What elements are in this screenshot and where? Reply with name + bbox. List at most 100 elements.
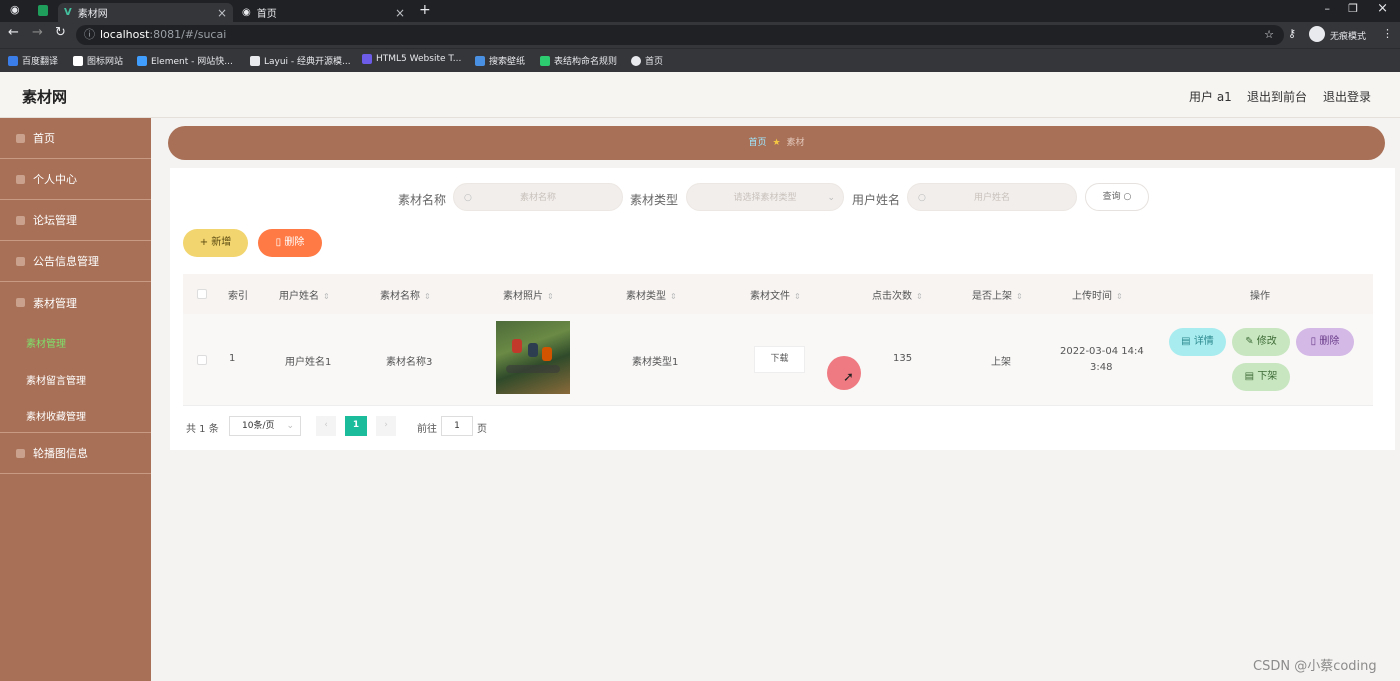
reload-icon[interactable]: ↻	[55, 25, 66, 40]
bookmark-item[interactable]: Element - 网站快...	[137, 54, 233, 67]
goto-label: 前往	[417, 424, 437, 435]
url-input[interactable]: ⓘ localhost:8081/#/sucai ☆	[76, 25, 1284, 45]
col-type[interactable]: 素材类型 ⇕	[626, 287, 677, 302]
delete-button[interactable]: ▯ 删除	[258, 229, 322, 257]
detail-button[interactable]: ▤ 详情	[1169, 328, 1226, 356]
sort-icon[interactable]: ⇕	[1016, 292, 1023, 301]
cell-time-line2: 3:48	[1090, 362, 1113, 373]
close-tab-icon[interactable]: ×	[217, 6, 227, 20]
home-icon	[16, 133, 25, 143]
star-icon[interactable]: ☆	[1264, 25, 1274, 45]
bookmark-item[interactable]: 首页	[631, 54, 663, 67]
app-header: 素材网 用户 a1 退出到前台 退出登录	[0, 72, 1400, 118]
sidebar-subitem-comments[interactable]: 素材留言管理	[26, 372, 86, 387]
cell-index: 1	[229, 353, 236, 364]
sidebar-item-material[interactable]: 素材管理	[0, 282, 151, 323]
col-clicks[interactable]: 点击次数 ⇕	[872, 287, 923, 302]
sidebar-item-home[interactable]: 首页	[0, 118, 151, 159]
material-photo[interactable]	[496, 321, 570, 394]
sort-icon[interactable]: ⇕	[916, 292, 923, 301]
restore-button[interactable]: ❐	[1348, 2, 1358, 15]
forum-icon	[16, 215, 25, 225]
bookmark-item[interactable]: Layui - 经典开源模...	[250, 54, 351, 67]
sidebar-item-forum[interactable]: 论坛管理	[0, 200, 151, 241]
material-icon	[16, 298, 25, 307]
col-index: 索引	[228, 291, 248, 302]
page-number-active[interactable]: 1	[345, 416, 367, 436]
bookmark-item[interactable]: 搜索壁纸	[475, 54, 525, 67]
offshelf-button[interactable]: ▤ 下架	[1232, 363, 1290, 391]
breadcrumb: 首页 ★ 素材	[168, 126, 1385, 160]
cyclist-shape	[542, 347, 552, 361]
pinned-tab-icon[interactable]	[38, 5, 48, 16]
cell-clicks: 135	[893, 353, 913, 364]
profile-label[interactable]: 无痕模式	[1330, 29, 1366, 42]
breadcrumb-home[interactable]: 首页	[748, 138, 766, 148]
col-photo[interactable]: 素材照片 ⇕	[503, 287, 554, 302]
doc-icon: ▤	[1181, 336, 1194, 347]
logout-link[interactable]: 退出登录	[1323, 88, 1371, 105]
close-tab-icon[interactable]: ×	[395, 6, 405, 20]
close-window-button[interactable]: ×	[1377, 1, 1388, 16]
exit-to-front-link[interactable]: 退出到前台	[1247, 88, 1307, 105]
next-page-button[interactable]: ›	[376, 416, 396, 436]
sidebar-item-profile[interactable]: 个人中心	[0, 159, 151, 200]
address-bar-row: ← → ↻ ⓘ localhost:8081/#/sucai ☆ ⚷ 无痕模式 …	[0, 22, 1400, 48]
bookmark-icon	[8, 55, 18, 66]
tab-sucai[interactable]: V 素材网 ×	[58, 3, 233, 22]
sidebar-subitem-favorites[interactable]: 素材收藏管理	[26, 408, 86, 423]
search-icon: ○	[1123, 192, 1132, 202]
sidebar-item-notice[interactable]: 公告信息管理	[0, 241, 151, 282]
new-tab-button[interactable]: +	[419, 2, 431, 18]
col-user[interactable]: 用户姓名 ⇕	[279, 287, 330, 302]
col-name[interactable]: 素材名称 ⇕	[380, 287, 431, 302]
col-onshelf[interactable]: 是否上架 ⇕	[972, 287, 1023, 302]
image-icon	[16, 448, 25, 458]
download-button[interactable]: 下载	[754, 346, 805, 373]
sidebar-item-carousel[interactable]: 轮播图信息	[0, 433, 151, 474]
search-icon: ○	[464, 193, 472, 203]
select-all-checkbox[interactable]	[197, 289, 207, 299]
key-icon[interactable]: ⚷	[1288, 27, 1296, 40]
more-menu-icon[interactable]: ⋮	[1382, 27, 1393, 40]
cell-status: 上架	[991, 357, 1011, 368]
cell-name: 素材名称3	[386, 357, 433, 368]
bookmark-item[interactable]: 表结构命名规则	[540, 54, 617, 67]
edit-button[interactable]: ✎ 修改	[1232, 328, 1290, 356]
user-name-input[interactable]: ○ 用户姓名	[907, 183, 1077, 211]
col-ops: 操作	[1250, 291, 1270, 302]
bookmark-item[interactable]: 百度翻译	[8, 54, 58, 67]
row-delete-button[interactable]: ▯ 删除	[1296, 328, 1354, 356]
material-type-select[interactable]: 请选择素材类型 ⌄	[686, 183, 844, 211]
bookmark-icon	[362, 54, 372, 64]
material-name-input[interactable]: ○ 素材名称	[453, 183, 623, 211]
cursor-icon: ➚	[843, 370, 854, 385]
sort-icon[interactable]: ⇕	[670, 292, 677, 301]
row-checkbox[interactable]	[197, 355, 207, 365]
col-file[interactable]: 素材文件 ⇕	[750, 287, 801, 302]
minimize-button[interactable]: –	[1325, 2, 1331, 15]
bookmark-icon	[475, 55, 485, 66]
goto-page-input[interactable]: 1	[441, 416, 473, 436]
query-button[interactable]: 查询 ○	[1085, 183, 1149, 211]
chevron-down-icon: ⌄	[827, 193, 835, 203]
sort-icon[interactable]: ⇕	[323, 292, 330, 301]
info-icon: ⓘ	[84, 28, 95, 41]
doc-icon: ▤	[1244, 371, 1258, 382]
bookmark-item[interactable]: HTML5 Website T...	[362, 54, 461, 64]
col-time[interactable]: 上传时间 ⇕	[1072, 287, 1123, 302]
tab-home[interactable]: ◉ 首页 ×	[236, 3, 411, 22]
sort-icon[interactable]: ⇕	[1116, 292, 1123, 301]
page-size-select[interactable]: 10条/页 ⌄	[229, 416, 301, 436]
back-icon[interactable]: ←	[8, 25, 19, 40]
sidebar-subitem-material[interactable]: 素材管理	[26, 335, 66, 350]
sort-icon[interactable]: ⇕	[547, 292, 554, 301]
add-button[interactable]: + 新增	[183, 229, 248, 257]
prev-page-button[interactable]: ‹	[316, 416, 336, 436]
sort-icon[interactable]: ⇕	[794, 292, 801, 301]
bookmark-icon	[137, 55, 147, 66]
bookmark-item[interactable]: 图标网站	[73, 54, 123, 67]
page-unit-label: 页	[477, 424, 487, 435]
sort-icon[interactable]: ⇕	[424, 292, 431, 301]
forward-icon[interactable]: →	[32, 25, 43, 40]
